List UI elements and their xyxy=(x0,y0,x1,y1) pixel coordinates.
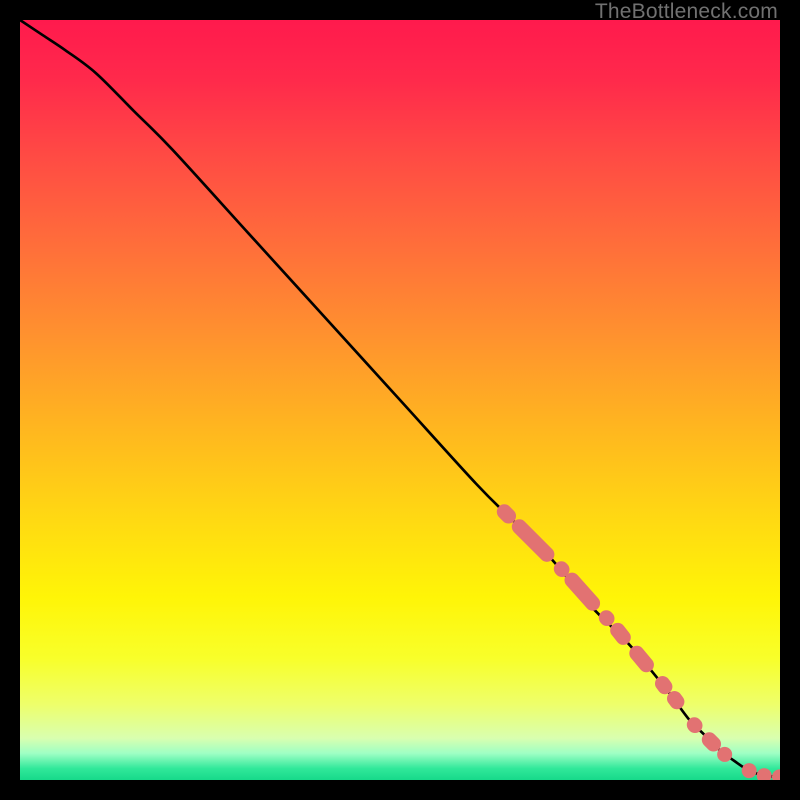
curve-path xyxy=(20,20,780,777)
chart-stage: TheBottleneck.com xyxy=(0,0,800,800)
curve-layer xyxy=(20,20,780,780)
plot-area xyxy=(20,20,780,780)
data-marker xyxy=(772,769,780,780)
